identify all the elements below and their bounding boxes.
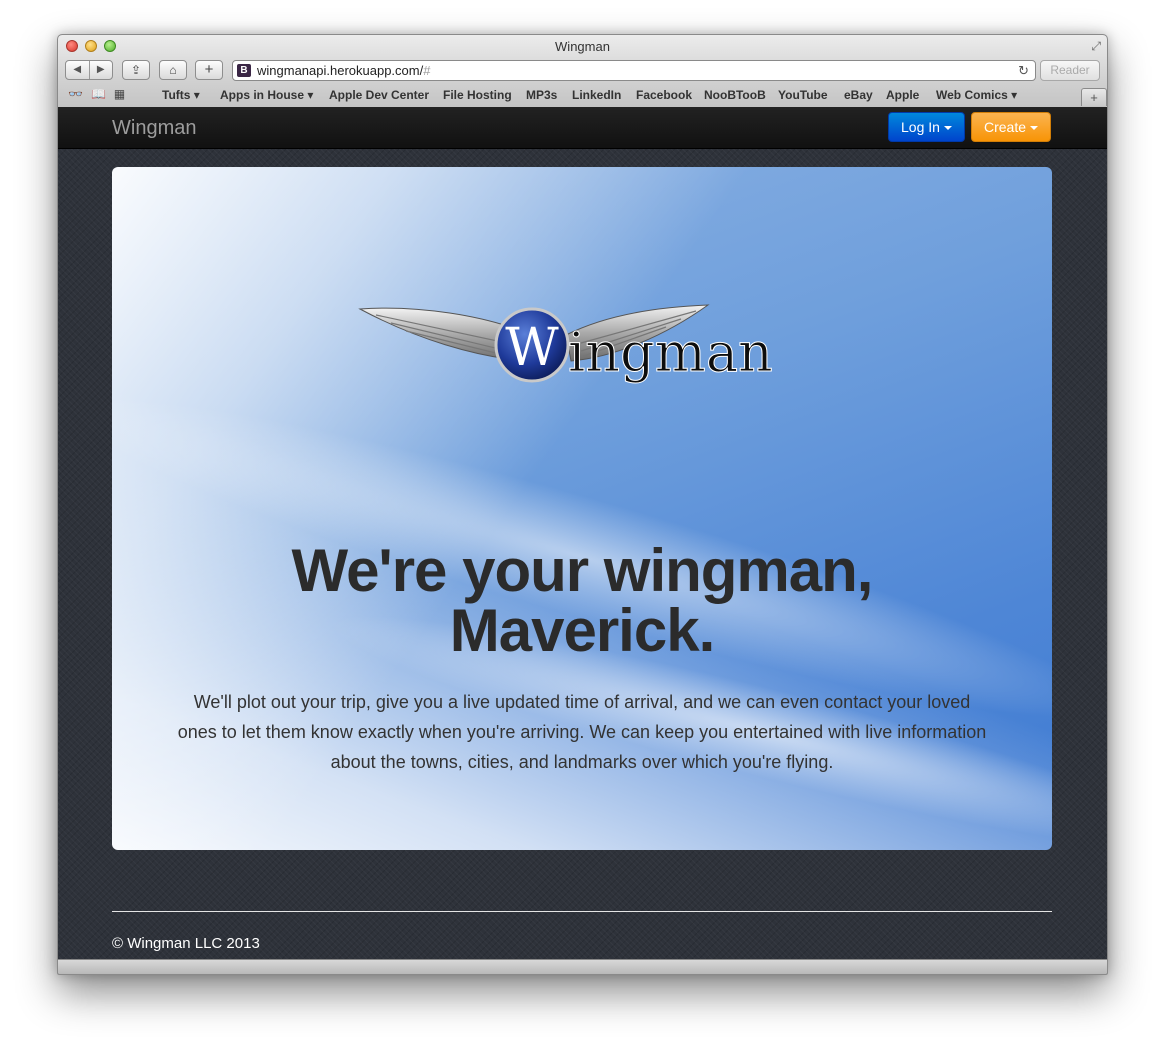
caret-down-icon [1030, 126, 1039, 131]
bookmark-apple-dev-center[interactable]: Apple Dev Center [329, 88, 429, 102]
login-label: Log In [901, 119, 940, 135]
bookmark-linkedin[interactable]: LinkedIn [572, 88, 621, 102]
url-text: wingmanapi.herokuapp.com/# [257, 61, 430, 80]
footer-copyright: © Wingman LLC 2013 [112, 935, 260, 952]
share-icon[interactable]: ⇪ [122, 60, 150, 80]
login-dropdown-button[interactable]: Log In [888, 112, 965, 142]
url-hash: # [423, 63, 431, 78]
bookmark-noobtoob[interactable]: NooBTooB [704, 88, 766, 102]
home-icon[interactable]: ⌂ [159, 60, 187, 80]
bookmark-ebay[interactable]: eBay [844, 88, 873, 102]
footer-divider [112, 911, 1052, 912]
back-button[interactable]: ◀ [66, 61, 90, 79]
hero-unit: W ingman We're your wingman, Maverick. W… [112, 167, 1052, 850]
bookmark-file-hosting[interactable]: File Hosting [443, 88, 512, 102]
browser-chrome: Wingman ⤢ ◀ ▶ ⇪ ⌂ + B wingmanapi.herokua… [58, 35, 1107, 108]
headline-line-2: Maverick. [449, 597, 716, 664]
caret-down-icon [943, 126, 952, 131]
window-title: Wingman [555, 39, 610, 54]
brand-link[interactable]: Wingman [112, 117, 196, 140]
fullscreen-icon[interactable]: ⤢ [1091, 39, 1101, 54]
bookmark-tools-icons[interactable]: 👓📖▦ [68, 87, 133, 101]
headline-line-1: We're your wingman, [291, 537, 874, 604]
browser-window: Wingman ⤢ ◀ ▶ ⇪ ⌂ + B wingmanapi.herokua… [57, 34, 1108, 975]
new-tab-button[interactable]: + [1081, 88, 1107, 106]
wingman-logo: W ingman [358, 304, 773, 385]
page-content: Wingman Log In Create W ingman We're you… [58, 107, 1107, 962]
hero-headline: We're your wingman, Maverick. [112, 541, 1052, 661]
address-bar[interactable]: B wingmanapi.herokuapp.com/# ↻ [232, 60, 1036, 81]
bookmark-mp3s[interactable]: MP3s [526, 88, 557, 102]
create-label: Create [984, 119, 1027, 135]
reload-icon[interactable]: ↻ [1018, 61, 1029, 80]
site-navbar: Wingman Log In Create [58, 107, 1107, 149]
logo-text: ingman [568, 321, 773, 384]
bookmark-web-comics[interactable]: Web Comics ▾ [936, 88, 1017, 102]
site-favicon-icon: B [237, 64, 251, 77]
url-main: wingmanapi.herokuapp.com/ [257, 63, 424, 78]
hero-lead-paragraph: We'll plot out your trip, give you a liv… [177, 692, 987, 772]
bookmark-apps-in-house[interactable]: Apps in House ▾ [220, 88, 313, 102]
create-dropdown-button[interactable]: Create [971, 112, 1052, 142]
bookmark-facebook[interactable]: Facebook [636, 88, 692, 102]
back-forward-group: ◀ ▶ [65, 60, 113, 80]
bookmark-tufts[interactable]: Tufts ▾ [162, 88, 200, 102]
reader-button[interactable]: Reader [1040, 60, 1100, 81]
bookmark-youtube[interactable]: YouTube [778, 88, 828, 102]
bookmarks-bar: 👓📖▦ Tufts ▾ Apps in House ▾ Apple Dev Ce… [58, 85, 1107, 107]
bookmark-apple[interactable]: Apple [886, 88, 919, 102]
logo-letter: W [505, 318, 559, 378]
forward-button[interactable]: ▶ [90, 61, 113, 79]
add-bookmark-icon[interactable]: + [195, 60, 223, 80]
browser-status-bar [58, 959, 1107, 974]
